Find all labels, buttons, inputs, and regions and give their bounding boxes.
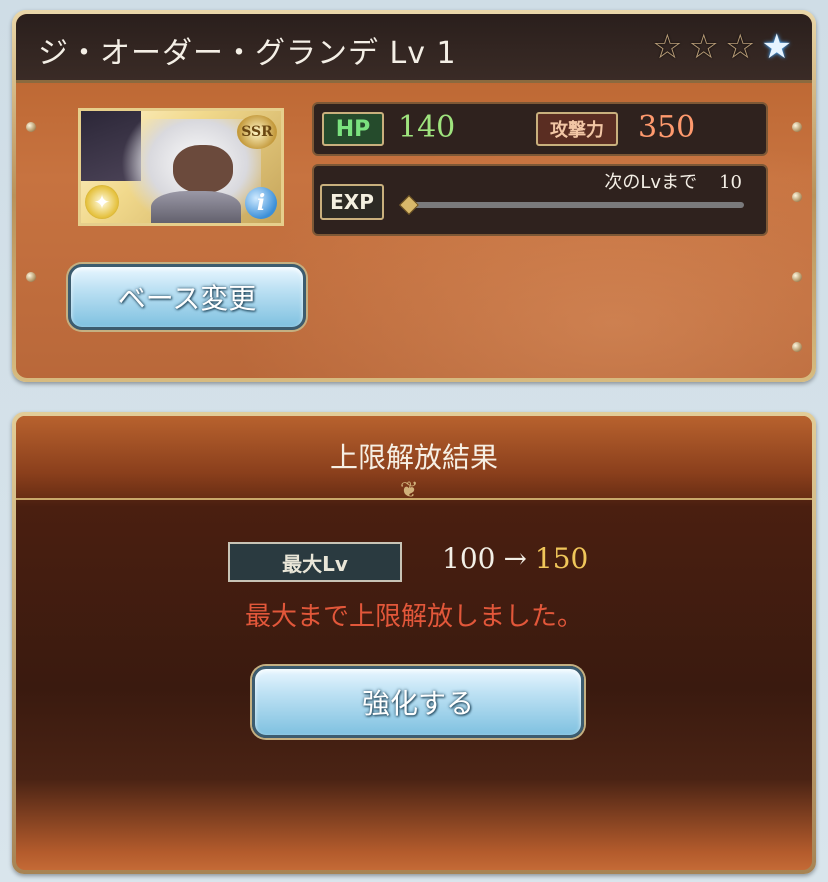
max-level-label: 最大Lv xyxy=(228,542,402,582)
star-icon: ☆ xyxy=(725,27,756,67)
star-icon: ☆ xyxy=(688,27,720,67)
base-change-label: ベース変更 xyxy=(117,282,257,315)
next-level-value: 10 xyxy=(719,172,742,193)
next-level-info: 次のLvまで 10 xyxy=(604,168,742,194)
ornament-icon: ❦ xyxy=(400,478,419,503)
rivet-icon xyxy=(26,122,36,132)
star-icon: ☆ xyxy=(652,27,683,67)
ssr-rarity-badge: SSR xyxy=(237,115,277,149)
attack-value: 350 xyxy=(638,110,696,145)
portrait-armor xyxy=(151,191,241,223)
next-level-label: 次のLvまで xyxy=(604,172,698,193)
uncap-stars: ☆ ☆ ☆ ★ xyxy=(652,30,792,64)
character-title-bar: ジ・オーダー・グランデ Lv 1 ☆ ☆ ☆ ★ xyxy=(16,14,812,83)
light-element-icon: ✦ xyxy=(85,185,119,219)
attack-label: 攻撃力 xyxy=(536,112,618,146)
rivet-icon xyxy=(792,342,802,352)
arrow-icon: → xyxy=(503,542,527,575)
character-portrait[interactable]: SSR ✦ i xyxy=(78,108,284,226)
exp-box: EXP 次のLvまで 10 xyxy=(312,164,768,236)
old-max-level: 100 xyxy=(442,542,496,575)
exp-progress-bar xyxy=(410,202,744,208)
hp-value: 140 xyxy=(398,110,456,145)
character-name-level: ジ・オーダー・グランデ Lv 1 xyxy=(38,36,457,71)
blue-star-icon: ★ xyxy=(761,27,792,67)
exp-label: EXP xyxy=(320,184,384,220)
max-level-change: 100 → 150 xyxy=(442,542,588,575)
character-panel-body: ジ・オーダー・グランデ Lv 1 ☆ ☆ ☆ ★ SSR ✦ i HP 140 xyxy=(16,14,812,378)
rivet-icon xyxy=(792,192,802,202)
enhance-button[interactable]: 強化する xyxy=(252,666,584,738)
exp-bar-marker-icon xyxy=(399,195,419,215)
result-title: 上限解放結果 xyxy=(329,441,498,474)
rivet-icon xyxy=(26,272,36,282)
info-icon[interactable]: i xyxy=(245,187,277,219)
base-change-button[interactable]: ベース変更 xyxy=(68,264,306,330)
new-max-level: 150 xyxy=(534,542,589,575)
uncap-result-panel: 上限解放結果 ❦ 最大Lv 100 → 150 最大まで上限解放しました。 強化する xyxy=(12,412,816,874)
rivet-icon xyxy=(792,272,802,282)
stats-box: HP 140 攻撃力 350 xyxy=(312,102,768,156)
portrait-face xyxy=(173,145,233,193)
uncap-result-body: 上限解放結果 ❦ 最大Lv 100 → 150 最大まで上限解放しました。 強化する xyxy=(16,416,812,870)
rivet-icon xyxy=(792,122,802,132)
uncap-complete-message: 最大まで上限解放しました。 xyxy=(244,602,583,632)
hp-label: HP xyxy=(322,112,384,146)
character-panel: ジ・オーダー・グランデ Lv 1 ☆ ☆ ☆ ★ SSR ✦ i HP 140 xyxy=(12,10,816,382)
enhance-label: 強化する xyxy=(361,687,474,720)
